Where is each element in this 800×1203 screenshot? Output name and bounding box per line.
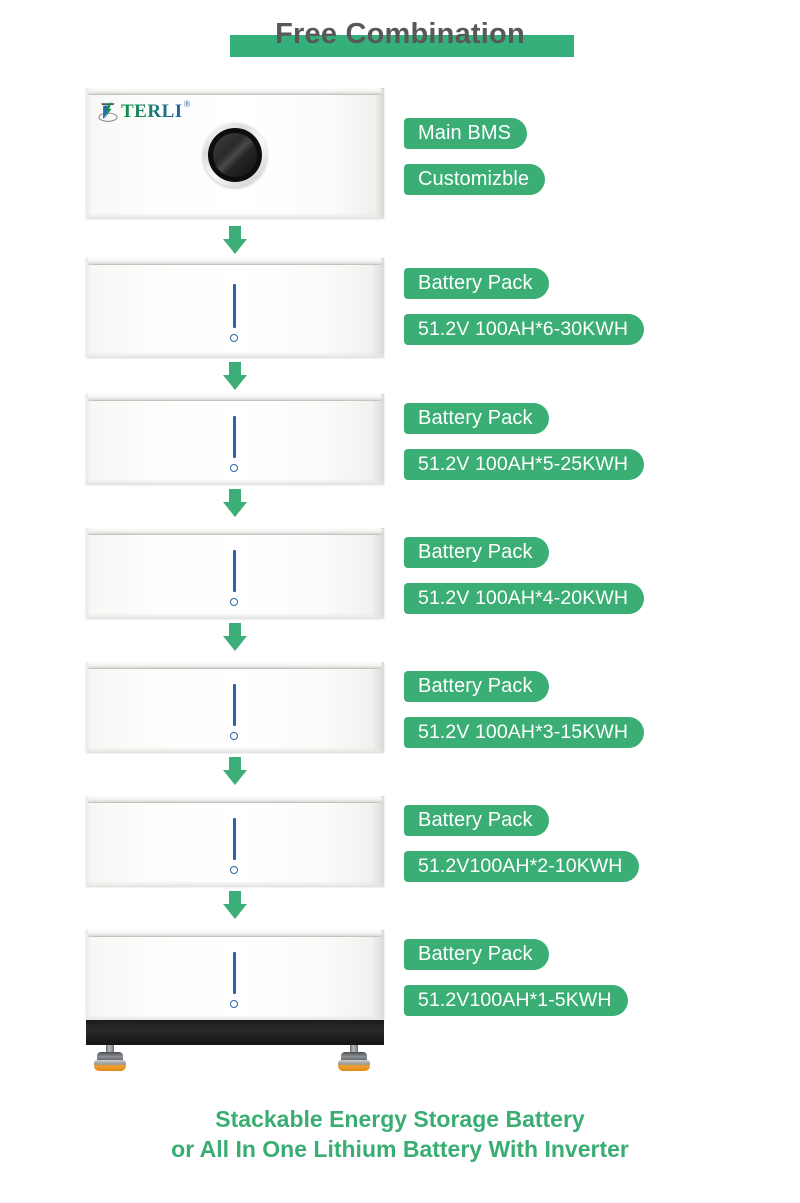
status-line-indicator	[233, 684, 236, 726]
module-bevel-line	[92, 264, 378, 265]
status-dot-indicator	[230, 464, 238, 472]
connector-arrow-1	[219, 226, 251, 254]
terli-logo-mark	[98, 102, 118, 122]
foot-pad	[94, 1060, 126, 1071]
knob-glass-lens	[213, 133, 257, 177]
base-bar	[86, 1020, 384, 1045]
arrow-shaft	[229, 226, 241, 240]
status-dot-indicator	[230, 334, 238, 342]
caption-line-1: Stackable Energy Storage Battery	[215, 1106, 585, 1132]
module-bevel-line	[92, 668, 378, 669]
bms-bevel-line	[92, 94, 378, 95]
module-bevel-line	[92, 534, 378, 535]
arrow-head	[223, 502, 247, 517]
terli-logo: TERLI ®	[98, 100, 190, 122]
arrow-shaft	[229, 362, 241, 376]
module-bottom-shade	[87, 881, 383, 886]
battery-module-1	[86, 930, 384, 1020]
module-bottom-shade	[87, 352, 383, 357]
module-bottom-shade	[87, 747, 383, 752]
label-spec-3: 51.2V 100AH*3-15KWH	[404, 717, 645, 748]
arrow-shaft	[229, 891, 241, 905]
battery-stack-diagram: TERLI ® Main BMS Customizble Battery Pac…	[0, 0, 800, 1203]
label-battery-pack-1: Battery Pack	[404, 939, 549, 970]
status-dot-indicator	[230, 732, 238, 740]
arrow-head	[223, 770, 247, 785]
connector-arrow-2	[219, 362, 251, 390]
status-line-indicator	[233, 550, 236, 592]
battery-module-5	[86, 394, 384, 484]
bms-knob-display[interactable]	[203, 123, 267, 187]
label-spec-2: 51.2V100AH*2-10KWH	[404, 851, 639, 882]
label-battery-pack-6: Battery Pack	[404, 268, 549, 299]
arrow-shaft	[229, 757, 241, 771]
module-bottom-shade	[87, 479, 383, 484]
label-battery-pack-2: Battery Pack	[404, 805, 549, 836]
label-spec-5: 51.2V 100AH*5-25KWH	[404, 449, 645, 480]
status-line-indicator	[233, 952, 236, 994]
main-bms-unit: TERLI ®	[86, 88, 384, 218]
status-dot-indicator	[230, 1000, 238, 1008]
terli-logo-text: TERLI	[121, 100, 183, 122]
status-line-indicator	[233, 284, 236, 328]
caption-line-2: or All In One Lithium Battery With Inver…	[171, 1136, 629, 1162]
label-battery-pack-3: Battery Pack	[404, 671, 549, 702]
label-spec-4: 51.2V 100AH*4-20KWH	[404, 583, 645, 614]
status-line-indicator	[233, 818, 236, 860]
connector-arrow-5	[219, 757, 251, 785]
battery-module-6	[86, 258, 384, 357]
arrow-head	[223, 239, 247, 254]
foot-pad	[338, 1060, 370, 1071]
label-battery-pack-4: Battery Pack	[404, 537, 549, 568]
label-battery-pack-5: Battery Pack	[404, 403, 549, 434]
module-bevel-line	[92, 802, 378, 803]
battery-module-3	[86, 662, 384, 752]
battery-module-4	[86, 528, 384, 618]
battery-module-2	[86, 796, 384, 886]
module-bevel-line	[92, 936, 378, 937]
connector-arrow-6	[219, 891, 251, 919]
status-line-indicator	[233, 416, 236, 458]
module-bevel-line	[92, 400, 378, 401]
label-spec-1: 51.2V100AH*1-5KWH	[404, 985, 628, 1016]
connector-arrow-3	[219, 489, 251, 517]
label-main-bms: Main BMS	[404, 118, 528, 149]
status-dot-indicator	[230, 866, 238, 874]
arrow-shaft	[229, 489, 241, 503]
connector-arrow-4	[219, 623, 251, 651]
adjustable-foot-right	[338, 1045, 370, 1073]
label-spec-6: 51.2V 100AH*6-30KWH	[404, 314, 645, 345]
label-customizable: Customizble	[404, 164, 546, 195]
trademark-symbol: ®	[183, 99, 191, 109]
arrow-head	[223, 904, 247, 919]
footer-caption: Stackable Energy Storage Battery or All …	[0, 1104, 800, 1164]
adjustable-foot-left	[94, 1045, 126, 1073]
base-plinth	[86, 1020, 384, 1075]
arrow-head	[223, 375, 247, 390]
bms-bottom-shade	[87, 213, 383, 218]
status-dot-indicator	[230, 598, 238, 606]
arrow-shaft	[229, 623, 241, 637]
arrow-head	[223, 636, 247, 651]
module-bottom-shade	[87, 613, 383, 618]
